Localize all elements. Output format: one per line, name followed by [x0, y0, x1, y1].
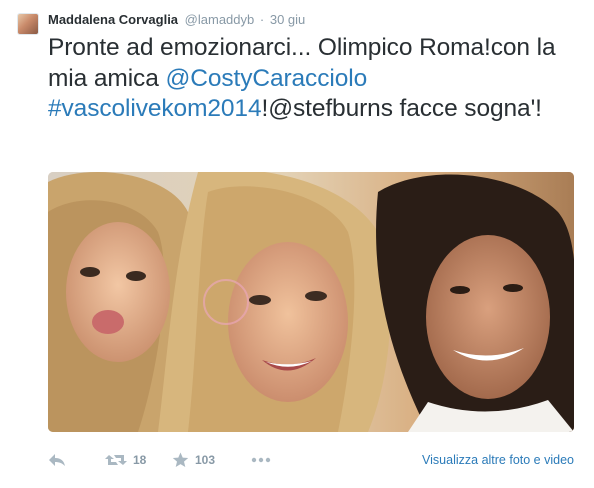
tweet-photo[interactable] — [48, 172, 574, 432]
ellipsis-icon — [251, 457, 271, 463]
view-more-media-link[interactable]: Visualizza altre foto e video — [422, 453, 574, 467]
reply-icon — [49, 454, 65, 466]
tweet-card[interactable]: Maddalena Corvaglia @lamaddyb · 30 giu P… — [0, 0, 594, 488]
retweet-icon — [105, 455, 127, 465]
tweet-header: Maddalena Corvaglia @lamaddyb · 30 giu — [48, 12, 305, 27]
author-avatar[interactable] — [17, 13, 39, 35]
favorite-count: 103 — [195, 453, 216, 467]
tweet-actions: 18 103 Visualizza altre foto e video — [48, 448, 578, 472]
selfie-photo — [48, 172, 574, 432]
author-handle[interactable]: @lamaddyb — [185, 12, 255, 27]
tweet-text: Pronte ad emozionarci... Olimpico Roma!c… — [48, 33, 578, 125]
hashtag-link[interactable]: #vascolivekom2014 — [48, 95, 262, 122]
retweet-button[interactable]: 18 — [105, 448, 146, 472]
reply-button[interactable] — [48, 448, 66, 472]
favorite-button[interactable]: 103 — [172, 448, 215, 472]
header-separator: · — [259, 12, 265, 27]
author-name[interactable]: Maddalena Corvaglia — [48, 12, 178, 27]
more-button[interactable] — [251, 448, 271, 472]
tweet-text-part: !@stefburns facce sogna'! — [261, 95, 542, 122]
retweet-count: 18 — [133, 453, 147, 467]
tweet-timestamp[interactable]: 30 giu — [270, 12, 305, 27]
star-icon — [172, 452, 189, 467]
mention-link[interactable]: @CostyCaracciolo — [165, 65, 367, 92]
